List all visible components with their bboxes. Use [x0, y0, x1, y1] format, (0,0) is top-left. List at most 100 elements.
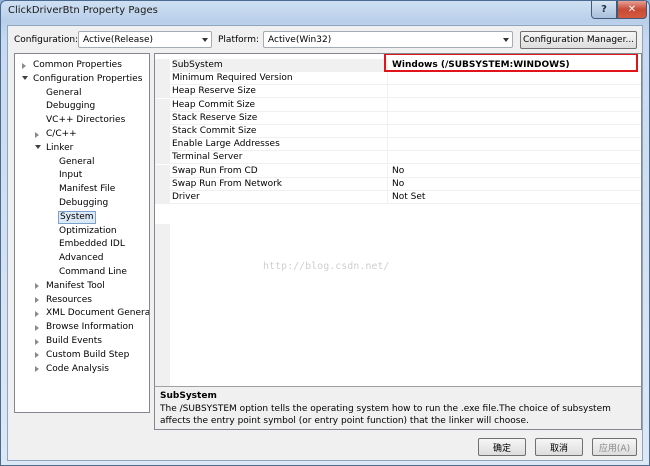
tree-item[interactable]: Input [58, 169, 83, 182]
tree-item[interactable]: Command Line [58, 266, 128, 279]
collapsed-arrow-icon[interactable] [22, 62, 26, 69]
description-panel: SubSystem The /SUBSYSTEM option tells th… [154, 386, 642, 430]
property-value[interactable] [392, 85, 640, 98]
expanded-arrow-icon[interactable] [22, 76, 28, 81]
tree-item[interactable]: Debugging [58, 197, 109, 210]
property-row[interactable]: Heap Reserve Size [155, 85, 641, 99]
property-value[interactable] [392, 112, 640, 125]
property-name: Driver [172, 191, 388, 204]
grid-gutter [155, 224, 170, 412]
tree-item[interactable]: System [58, 210, 96, 224]
tree-item[interactable]: Code Analysis [45, 363, 110, 376]
property-row[interactable]: Stack Reserve Size [155, 111, 641, 125]
row-gutter [155, 72, 170, 86]
property-grid[interactable]: http://blog.csdn.net/ SubSystem Windows (… [154, 53, 642, 413]
row-gutter [155, 111, 170, 125]
collapsed-arrow-icon[interactable] [35, 338, 39, 345]
property-row[interactable]: Stack Commit Size [155, 125, 641, 138]
tree-item[interactable]: Debugging [45, 100, 96, 113]
property-name: Enable Large Addresses [172, 138, 388, 152]
platform-label: Platform: [218, 35, 259, 45]
configuration-value: Active(Release) [83, 35, 154, 45]
row-gutter [155, 191, 170, 204]
property-row[interactable]: Enable Large Addresses [155, 138, 641, 152]
close-button[interactable]: ✕ [617, 1, 647, 19]
collapsed-arrow-icon[interactable] [35, 283, 39, 290]
row-gutter [155, 85, 170, 99]
property-name: Terminal Server [172, 151, 388, 165]
row-gutter [155, 138, 170, 152]
property-value[interactable]: No [392, 178, 640, 191]
tree-item[interactable]: Browse Information [45, 321, 135, 334]
expanded-arrow-icon[interactable] [35, 145, 41, 150]
collapsed-arrow-icon[interactable] [35, 297, 39, 304]
property-row[interactable]: Driver Not Set [155, 191, 641, 204]
tree-item[interactable]: Custom Build Step [45, 349, 130, 362]
description-body: The /SUBSYSTEM option tells the operatin… [160, 404, 611, 426]
configuration-manager-button[interactable]: Configuration Manager... [520, 31, 637, 49]
property-tree[interactable]: Common Properties Configuration Propertie… [14, 53, 150, 413]
tree-item[interactable]: VC++ Directories [45, 114, 126, 127]
collapsed-arrow-icon[interactable] [35, 352, 39, 359]
row-gutter [155, 151, 170, 165]
property-row[interactable]: SubSystem Windows (/SUBSYSTEM:WINDOWS) [155, 54, 641, 72]
window-title: ClickDriverBtn Property Pages [8, 5, 158, 16]
collapsed-arrow-icon[interactable] [35, 324, 39, 331]
ok-button[interactable]: 确定 [478, 438, 526, 456]
tree-item[interactable]: Advanced [58, 252, 104, 265]
watermark: http://blog.csdn.net/ [263, 261, 390, 272]
collapsed-arrow-icon[interactable] [35, 131, 39, 138]
platform-dropdown[interactable]: Active(Win32) [263, 31, 513, 48]
property-row[interactable]: Swap Run From CD No [155, 164, 641, 178]
row-gutter [155, 98, 170, 112]
cancel-button[interactable]: 取消 [535, 438, 583, 456]
property-value[interactable]: Windows (/SUBSYSTEM:WINDOWS) [392, 59, 640, 72]
property-name: Swap Run From CD [172, 164, 388, 178]
property-value[interactable]: No [392, 165, 640, 178]
tree-item[interactable]: Resources [45, 294, 93, 307]
property-row[interactable]: Terminal Server [155, 151, 641, 165]
property-name: Stack Commit Size [172, 125, 388, 138]
tree-item[interactable]: Configuration Properties [32, 73, 143, 86]
tree-item[interactable]: Manifest Tool [45, 280, 106, 293]
property-name: Heap Reserve Size [172, 85, 388, 99]
tree-item[interactable]: Embedded IDL [58, 238, 126, 251]
tree-item[interactable]: General [58, 156, 95, 169]
row-gutter [155, 177, 170, 191]
property-name: Stack Reserve Size [172, 111, 388, 125]
collapsed-arrow-icon[interactable] [35, 310, 39, 317]
platform-value: Active(Win32) [268, 35, 332, 45]
property-value[interactable] [392, 125, 640, 138]
tree-item[interactable]: Manifest File [58, 183, 116, 196]
help-button[interactable]: ? [591, 1, 617, 19]
tree-item[interactable]: Optimization [58, 225, 118, 238]
apply-button[interactable]: 应用(A) [592, 438, 637, 456]
property-name: Heap Commit Size [172, 98, 388, 112]
property-name: Minimum Required Version [172, 72, 388, 86]
collapsed-arrow-icon[interactable] [35, 366, 39, 373]
property-value[interactable] [392, 99, 640, 112]
tree-item[interactable]: Linker [45, 142, 74, 155]
property-name: Swap Run From Network [172, 177, 388, 191]
property-row[interactable]: Swap Run From Network No [155, 177, 641, 191]
tree-item[interactable]: XML Document Generat [45, 307, 149, 320]
property-value[interactable] [392, 138, 640, 151]
property-value[interactable] [392, 151, 640, 164]
tree-item[interactable]: C/C++ [45, 128, 78, 141]
property-value[interactable] [392, 72, 640, 85]
property-pages-window: ClickDriverBtn Property Pages ? ✕ Config… [0, 0, 650, 466]
title-bar[interactable]: ClickDriverBtn Property Pages ? ✕ [1, 1, 649, 25]
chevron-down-icon [202, 38, 208, 42]
property-row[interactable]: Minimum Required Version [155, 72, 641, 86]
row-gutter [155, 59, 170, 72]
configuration-label: Configuration: [14, 35, 79, 45]
help-icon: ? [601, 4, 607, 15]
configuration-toolbar: Configuration: Active(Release) Platform:… [8, 26, 642, 52]
configuration-dropdown[interactable]: Active(Release) [78, 31, 212, 48]
tree-item[interactable]: Common Properties [32, 59, 123, 72]
property-row[interactable]: Heap Commit Size [155, 98, 641, 112]
close-icon: ✕ [627, 4, 637, 15]
tree-item[interactable]: General [45, 87, 82, 100]
property-value[interactable]: Not Set [392, 191, 640, 204]
tree-item[interactable]: Build Events [45, 335, 103, 348]
